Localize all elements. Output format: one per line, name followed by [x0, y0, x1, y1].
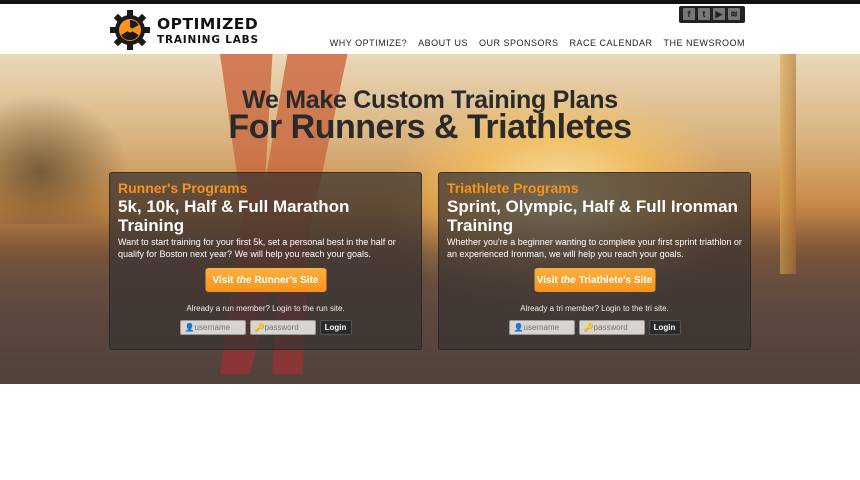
- panel-title: Sprint, Olympic, Half & Full Ironman Tra…: [447, 197, 738, 235]
- password-input[interactable]: [593, 322, 642, 333]
- hero-subheadline: For Runners & Triathletes: [228, 108, 632, 146]
- username-field[interactable]: 👤: [179, 320, 246, 335]
- key-icon: 🔑: [583, 323, 594, 332]
- password-field[interactable]: 🔑: [249, 320, 316, 335]
- member-login-text: Already a run member? Login to the run s…: [186, 304, 345, 313]
- login-form: 👤 🔑 Login: [110, 320, 421, 335]
- member-login-text: Already a tri member? Login to the tri s…: [520, 304, 669, 313]
- username-field[interactable]: 👤: [508, 320, 575, 335]
- gear-logo-icon: [110, 10, 150, 50]
- login-form: 👤 🔑 Login: [439, 320, 750, 335]
- visit-label-post: Runner's Site: [254, 274, 319, 286]
- site-logo[interactable]: OPTIMIZED TRAINING LABS: [109, 9, 259, 53]
- panel-kicker: Runner's Programs: [118, 180, 248, 196]
- nav-our-sponsors[interactable]: OUR SPONSORS: [479, 38, 559, 48]
- site-header: OPTIMIZED TRAINING LABS f t ▶ ≋ WHY OPTI…: [0, 4, 860, 54]
- visit-label-em: the: [560, 274, 576, 286]
- login-button[interactable]: Login: [648, 320, 681, 335]
- hero-banner: We Make Custom Training Plans For Runner…: [0, 54, 860, 384]
- visit-label-pre: Visit: [536, 274, 558, 286]
- visit-label-pre: Visit: [212, 274, 234, 286]
- username-input[interactable]: [194, 322, 243, 333]
- panel-description: Want to start training for your first 5k…: [118, 237, 396, 259]
- panel-title: 5k, 10k, Half & Full Marathon Training: [118, 197, 350, 235]
- panel-description: Whether you're a beginner wanting to com…: [447, 237, 742, 259]
- panel-kicker: Triathlete Programs: [447, 180, 579, 196]
- triathlete-programs-panel: Triathlete Programs Sprint, Olympic, Hal…: [438, 172, 751, 350]
- login-button[interactable]: Login: [319, 320, 352, 335]
- logo-text-line1: OPTIMIZED: [157, 15, 259, 33]
- password-field[interactable]: 🔑: [578, 320, 645, 335]
- youtube-icon[interactable]: ▶: [713, 8, 725, 20]
- rss-icon[interactable]: ≋: [728, 8, 740, 20]
- nav-race-calendar[interactable]: RACE CALENDAR: [569, 38, 652, 48]
- nav-why-optimize[interactable]: WHY OPTIMIZE?: [330, 38, 407, 48]
- user-icon: 👤: [184, 323, 195, 332]
- user-icon: 👤: [513, 323, 524, 332]
- nav-about-us[interactable]: ABOUT US: [418, 38, 468, 48]
- nav-the-newsroom[interactable]: THE NEWSROOM: [664, 38, 746, 48]
- visit-triathletes-site-button[interactable]: Visit the Triathlete's Site: [534, 268, 655, 292]
- password-input[interactable]: [264, 322, 313, 333]
- twitter-icon[interactable]: t: [698, 8, 710, 20]
- social-links: f t ▶ ≋: [679, 6, 745, 23]
- visit-runners-site-button[interactable]: Visit the Runner's Site: [205, 268, 326, 292]
- key-icon: 🔑: [254, 323, 265, 332]
- main-nav: WHY OPTIMIZE? ABOUT US OUR SPONSORS RACE…: [330, 38, 745, 48]
- runner-programs-panel: Runner's Programs 5k, 10k, Half & Full M…: [109, 172, 422, 350]
- visit-label-em: the: [236, 274, 252, 286]
- username-input[interactable]: [523, 322, 572, 333]
- logo-text-line2: TRAINING LABS: [157, 34, 259, 46]
- visit-label-post: Triathlete's Site: [578, 274, 653, 286]
- facebook-icon[interactable]: f: [683, 8, 695, 20]
